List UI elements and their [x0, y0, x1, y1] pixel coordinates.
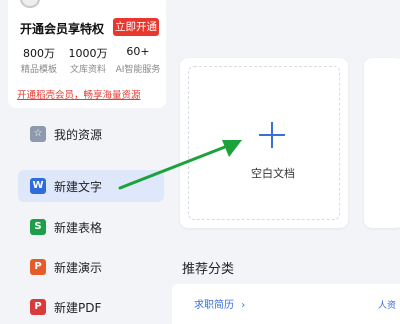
annotation-arrow-icon: [118, 140, 242, 190]
